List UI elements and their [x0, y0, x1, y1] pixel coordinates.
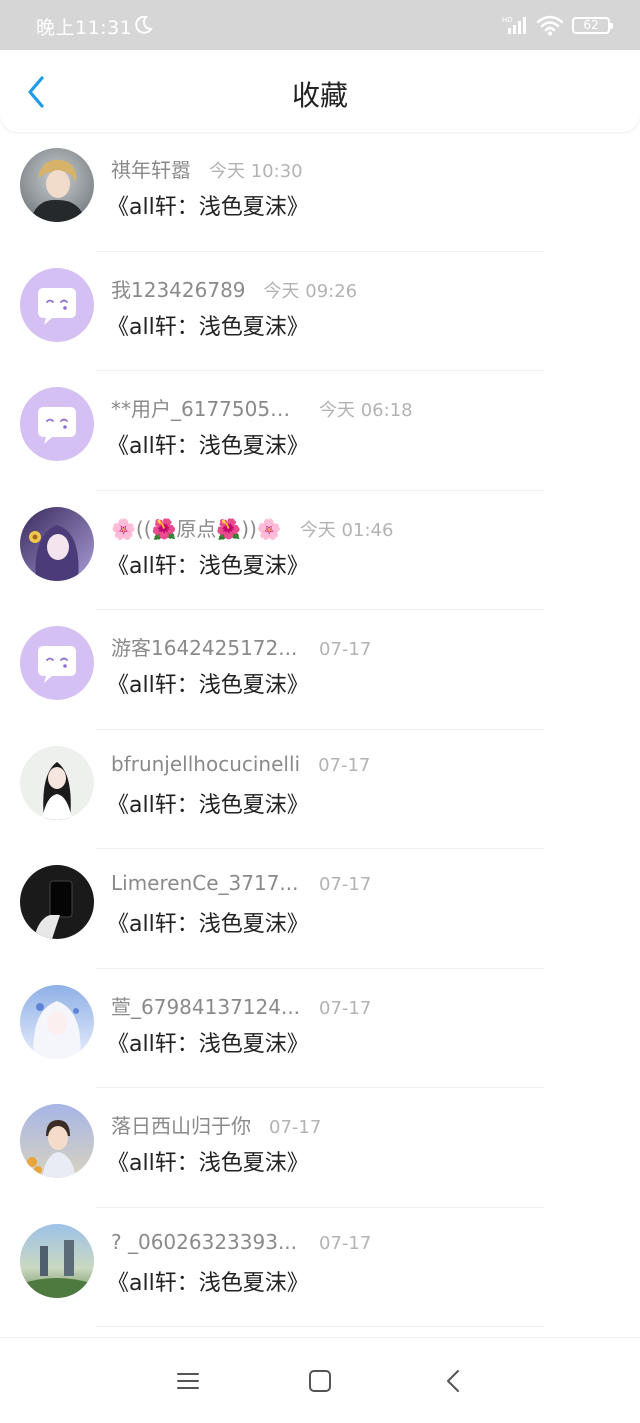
avatar[interactable] — [20, 387, 94, 461]
chevron-left-icon — [28, 76, 44, 108]
username: **用户_61775053... — [111, 397, 301, 421]
item-meta: 我123426789 今天 09:26 — [111, 274, 357, 303]
story-title: 《all轩：浅色夏沫》 — [107, 1031, 309, 1057]
story-title: 《all轩：浅色夏沫》 — [107, 553, 309, 579]
username: 萱_67984137124... — [111, 994, 301, 1019]
avatar[interactable] — [20, 626, 94, 700]
status-time: 晚上11:31 — [36, 17, 133, 39]
item-meta: bfrunjellhocucinelli 07-17 — [111, 752, 370, 776]
timestamp: 今天 01:46 — [299, 519, 394, 541]
avatar[interactable] — [20, 1104, 94, 1178]
page-title: 收藏 — [291, 79, 348, 112]
username: 祺年轩嚣 — [111, 158, 191, 182]
signal-icon: HD — [502, 16, 526, 34]
story-title: 《all轩：浅色夏沫》 — [107, 314, 309, 340]
list-item[interactable]: 萱_67984137124... 07-17 《all轩：浅色夏沫》 — [0, 969, 640, 1089]
story-title: 《all轩：浅色夏沫》 — [107, 1270, 309, 1296]
username: LimerenCe_3717... — [111, 871, 299, 895]
item-meta: 落日西山归于你 07-17 — [111, 1110, 321, 1139]
item-meta: 游客1642425172... 07-17 — [111, 632, 371, 661]
list-item[interactable]: 🌸((🌺原点🌺))🌸 今天 01:46 《all轩：浅色夏沫》 — [0, 491, 640, 611]
battery-icon: 62 — [572, 16, 613, 34]
username: 落日西山归于你 — [111, 1114, 251, 1138]
timestamp: 07-17 — [319, 1232, 372, 1254]
username: 我123426789 — [111, 277, 246, 302]
story-title: 《all轩：浅色夏沫》 — [107, 434, 309, 459]
timestamp: 07-17 — [318, 754, 371, 776]
home-square-icon[interactable] — [305, 1366, 335, 1396]
timestamp: 今天 10:30 — [209, 161, 303, 182]
status-icons: HD 62 — [502, 14, 613, 36]
list-item[interactable]: **用户_61775053... 今天 06:18 《all轩：浅色夏沫》 — [0, 371, 640, 491]
item-meta: 萱_67984137124... 07-17 — [111, 991, 371, 1020]
avatar[interactable] — [20, 148, 94, 222]
system-nav-bar — [0, 1337, 640, 1423]
avatar[interactable] — [20, 267, 94, 342]
timestamp: 07-17 — [269, 1117, 322, 1138]
list-item[interactable]: LimerenCe_3717... 07-17 《all轩：浅色夏沫》 — [0, 849, 640, 969]
username: ? _06026323393... — [111, 1229, 298, 1254]
story-title: 《all轩：浅色夏沫》 — [107, 1151, 309, 1176]
avatar[interactable] — [20, 984, 94, 1059]
username: 游客1642425172... — [111, 636, 298, 660]
list-item[interactable]: bfrunjellhocucinelli 07-17 《all轩：浅色夏沫》 — [0, 730, 640, 850]
timestamp: 07-17 — [319, 639, 372, 660]
avatar[interactable] — [20, 1223, 94, 1298]
list-item[interactable]: 我123426789 今天 09:26 《all轩：浅色夏沫》 — [0, 252, 640, 372]
back-button[interactable] — [16, 72, 56, 112]
wifi-icon — [536, 15, 564, 36]
story-title: 《all轩：浅色夏沫》 — [107, 673, 309, 698]
status-bar: 晚上11:31 HD 62 — [0, 0, 640, 50]
list-item[interactable]: ? _06026323393... 07-17 《all轩：浅色夏沫》 — [0, 1208, 640, 1328]
avatar[interactable] — [20, 865, 94, 939]
svg-text:HD: HD — [502, 16, 513, 24]
favorites-list: 祺年轩嚣 今天 10:30 《all轩：浅色夏沫》 我123426789 今天 … — [0, 132, 640, 1327]
item-meta: LimerenCe_3717... 07-17 — [111, 871, 371, 895]
username: 🌸((🌺原点🌺))🌸 — [111, 516, 282, 541]
avatar[interactable] — [20, 506, 94, 581]
list-item[interactable]: 游客1642425172... 07-17 《all轩：浅色夏沫》 — [0, 610, 640, 730]
avatar[interactable] — [20, 745, 94, 820]
list-item[interactable]: 祺年轩嚣 今天 10:30 《all轩：浅色夏沫》 — [0, 132, 640, 252]
item-meta: ? _06026323393... 07-17 — [111, 1230, 371, 1254]
timestamp: 07-17 — [319, 997, 372, 1019]
item-meta: 🌸((🌺原点🌺))🌸 今天 01:46 — [111, 513, 393, 542]
timestamp: 07-17 — [319, 874, 372, 895]
list-item[interactable]: 落日西山归于你 07-17 《all轩：浅色夏沫》 — [0, 1088, 640, 1208]
timestamp: 今天 09:26 — [263, 280, 358, 302]
story-title: 《all轩：浅色夏沫》 — [107, 195, 309, 220]
header: 收藏 — [0, 50, 640, 132]
username: bfrunjellhocucinelli — [111, 751, 301, 776]
story-title: 《all轩：浅色夏沫》 — [107, 792, 309, 818]
item-meta: **用户_61775053... 今天 06:18 — [111, 393, 413, 422]
back-triangle-icon[interactable] — [439, 1366, 469, 1396]
item-meta: 祺年轩嚣 今天 10:30 — [111, 154, 303, 183]
story-title: 《all轩：浅色夏沫》 — [107, 912, 309, 937]
moon-icon — [135, 15, 153, 34]
menu-icon[interactable] — [173, 1366, 203, 1396]
timestamp: 今天 06:18 — [319, 400, 413, 421]
